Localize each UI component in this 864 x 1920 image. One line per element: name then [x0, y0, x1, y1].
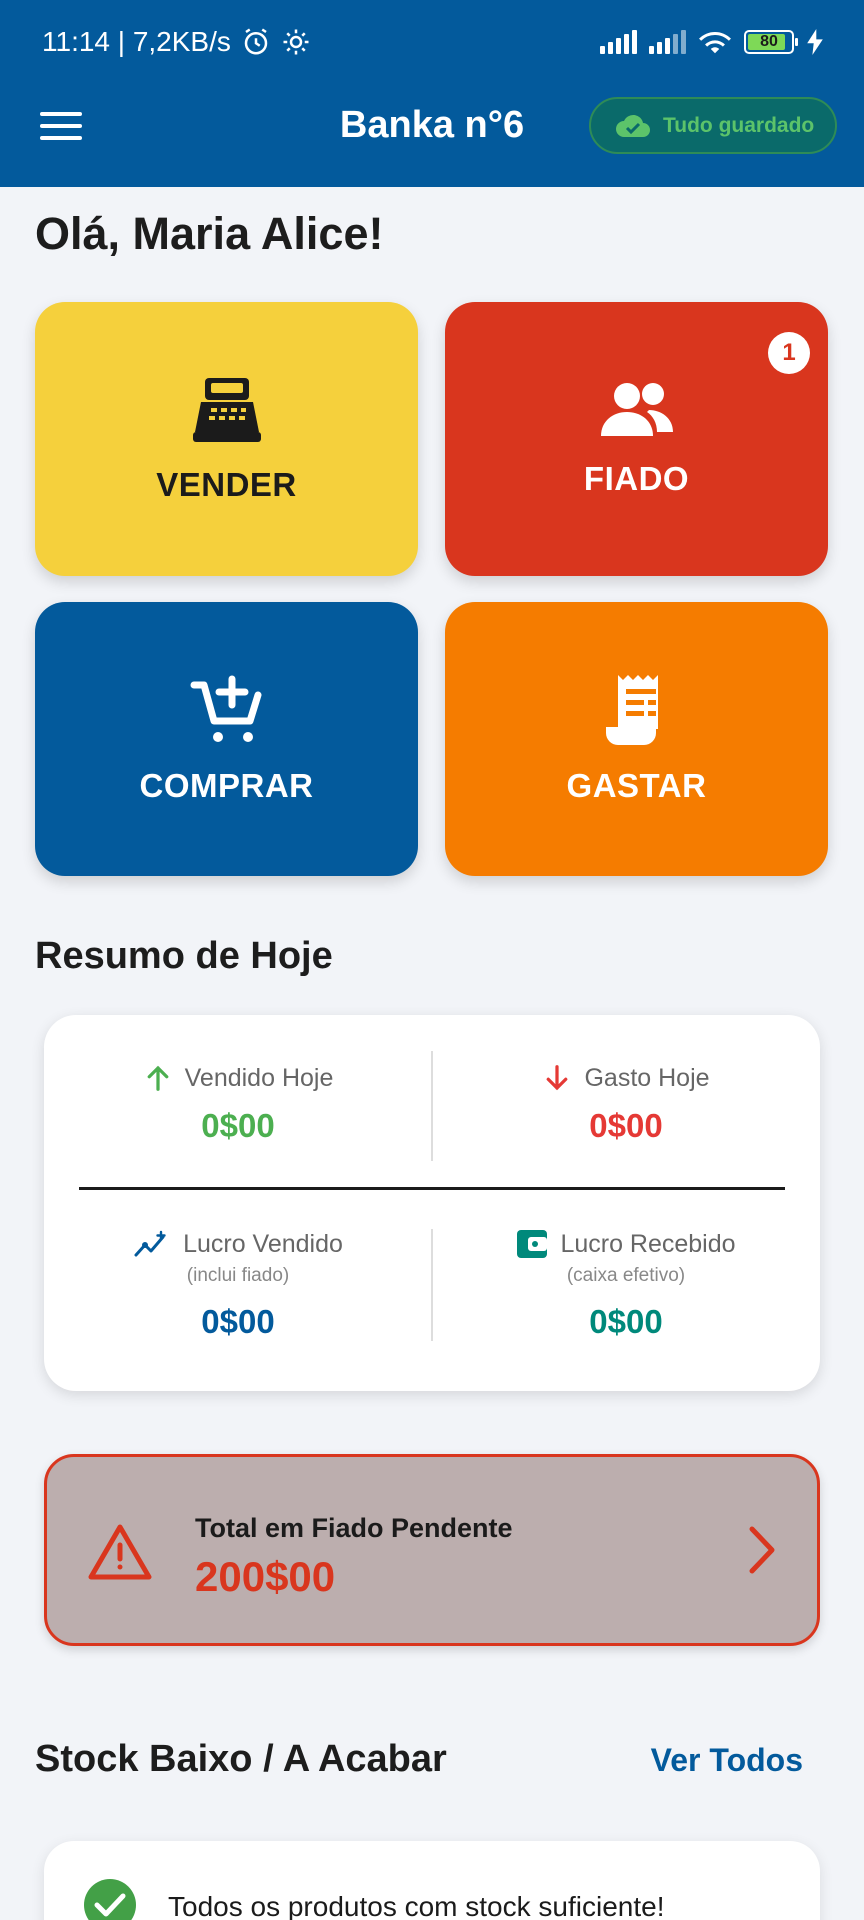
cloud-check-icon	[616, 114, 650, 137]
lucro-vendido-label: Lucro Vendido	[183, 1229, 343, 1258]
gasto-label: Gasto Hoje	[584, 1063, 710, 1092]
lucro-vendido-sub: (inclui fiado)	[186, 1265, 290, 1286]
fiado-button[interactable]: 1 FIADO	[445, 302, 828, 576]
charging-bolt-icon	[807, 29, 823, 55]
fiado-label: FIADO	[583, 460, 690, 497]
wifi-icon	[699, 31, 731, 54]
warning-icon	[88, 1524, 152, 1580]
saved-status-label: Tudo guardado	[663, 113, 815, 137]
status-time: 11:14 | 7,2KB/s	[42, 26, 231, 57]
gastar-label: GASTAR	[566, 767, 707, 804]
fiado-count-badge: 1	[768, 332, 810, 374]
divider	[79, 1187, 785, 1190]
fiado-pendente-value: 200$00	[195, 1553, 336, 1600]
ver-todos-link[interactable]: Ver Todos	[651, 1742, 803, 1779]
vendido-value: 0$00	[201, 1107, 275, 1144]
lucro-recebido-sub: (caixa efetivo)	[566, 1265, 686, 1286]
greeting: Olá, Maria Alice!	[35, 208, 384, 259]
people-icon	[600, 383, 673, 436]
divider	[431, 1051, 433, 1161]
cash-register-icon	[192, 378, 261, 442]
settings-gear-icon	[283, 29, 309, 55]
fiado-pendente-card[interactable]: Total em Fiado Pendente 200$00	[44, 1454, 820, 1646]
lucro-recebido-cell: Lucro Recebido (caixa efetivo) 0$00	[432, 1229, 820, 1341]
saved-status-chip[interactable]: Tudo guardado	[589, 97, 837, 154]
arrow-up-icon	[147, 1065, 168, 1091]
wallet-icon	[517, 1230, 548, 1258]
check-circle-icon	[84, 1879, 136, 1920]
lucro-vendido-value: 0$00	[201, 1303, 275, 1340]
signal-icon	[600, 30, 637, 54]
vender-button[interactable]: VENDER	[35, 302, 418, 576]
lucro-recebido-label: Lucro Recebido	[560, 1229, 736, 1258]
stock-title: Stock Baixo / A Acabar	[35, 1738, 447, 1780]
gastar-button[interactable]: GASTAR	[445, 602, 828, 876]
chevron-right-icon	[749, 1526, 775, 1574]
status-bar: 11:14 | 7,2KB/s 80	[42, 22, 824, 62]
app-header: 11:14 | 7,2KB/s 80 Banka n°6 Tudo guarda…	[0, 0, 864, 187]
vendido-hoje-cell: Vendido Hoje 0$00	[44, 1063, 432, 1145]
gasto-value: 0$00	[589, 1107, 663, 1144]
fiado-pendente-label: Total em Fiado Pendente	[195, 1513, 513, 1543]
summary-card: Vendido Hoje 0$00 Gasto Hoje 0$00 Lucro …	[44, 1015, 820, 1391]
divider	[431, 1229, 433, 1341]
vendido-label: Vendido Hoje	[184, 1063, 334, 1092]
app-bar: Banka n°6 Tudo guardado	[0, 90, 864, 160]
battery-icon: 80	[744, 30, 798, 54]
comprar-label: COMPRAR	[139, 767, 314, 804]
stock-message: Todos os produtos com stock suficiente!	[168, 1891, 665, 1920]
add-to-cart-icon	[190, 675, 261, 742]
stock-card: Todos os produtos com stock suficiente!	[44, 1841, 820, 1920]
vender-label: VENDER	[156, 466, 297, 503]
signal-icon-2	[649, 30, 686, 54]
resumo-title: Resumo de Hoje	[35, 935, 333, 977]
alarm-icon	[244, 28, 268, 55]
lucro-vendido-cell: Lucro Vendido (inclui fiado) 0$00	[44, 1229, 432, 1341]
lucro-recebido-value: 0$00	[589, 1303, 663, 1340]
gasto-hoje-cell: Gasto Hoje 0$00	[432, 1063, 820, 1145]
comprar-button[interactable]: COMPRAR	[35, 602, 418, 876]
trend-sparkle-icon	[134, 1230, 166, 1257]
receipt-icon	[605, 675, 658, 745]
arrow-down-icon	[547, 1065, 568, 1091]
